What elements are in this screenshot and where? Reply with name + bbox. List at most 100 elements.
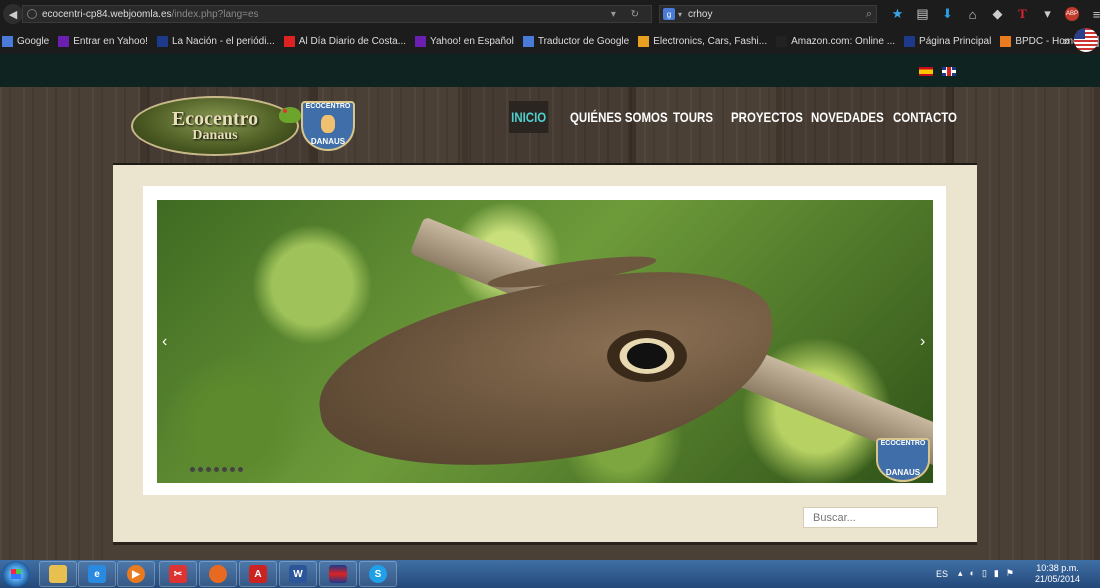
bookmark-item[interactable]: Página Principal <box>904 35 992 47</box>
bookmark-label: La Nación - el periódi... <box>171 35 275 47</box>
bookmark-label: Traductor de Google <box>537 35 630 47</box>
badge-bottom-text: DANAUS <box>310 137 346 146</box>
clipboard-icon[interactable]: ▤ <box>910 6 935 22</box>
nav-proyectos[interactable]: PROYECTOS <box>731 101 803 133</box>
taskbar-skype[interactable]: S <box>359 561 397 587</box>
bookmark-item[interactable]: Al Día Diario de Costa... <box>283 35 407 47</box>
toolbar-icons: ★ ▤ ⬇ ⌂ ◆ T ▾ ABP ≡ <box>885 5 1100 23</box>
english-flag-icon[interactable] <box>942 67 956 76</box>
taskbar-media-player[interactable]: ▶ <box>117 561 155 587</box>
chevron-down-icon[interactable]: ▾ <box>678 10 682 19</box>
t-addon-icon[interactable]: T <box>1010 6 1035 22</box>
amazon-icon <box>776 35 788 47</box>
bookmark-label: Yahoo! en Español <box>430 35 514 47</box>
globe-icon <box>27 9 37 19</box>
bookmark-label: Entrar en Yahoo! <box>73 35 148 47</box>
skype-icon: S <box>369 565 387 583</box>
url-host: ecocentri-cp84.webjoomla.es <box>42 8 172 20</box>
clock-time: 10:38 p.m. <box>1036 563 1079 573</box>
language-indicator[interactable]: ES <box>936 569 948 579</box>
start-button[interactable] <box>2 561 30 587</box>
page-icon <box>904 35 916 47</box>
bookmark-label: Página Principal <box>919 35 992 47</box>
download-icon[interactable]: ⬇ <box>935 6 960 22</box>
back-arrow-icon: ◀ <box>8 8 18 21</box>
chevron-down-icon[interactable]: ▾ <box>1035 6 1060 22</box>
menu-icon[interactable]: ≡ <box>1084 7 1100 22</box>
badge-top-text: ECOCENTRO <box>880 440 926 447</box>
bpdc-icon <box>1000 35 1012 47</box>
adblock-icon[interactable]: ABP <box>1065 7 1079 21</box>
slider-pagination <box>190 467 243 472</box>
slider-image <box>157 200 933 483</box>
google-icon <box>2 35 13 47</box>
reload-icon[interactable]: ▾ ↻ <box>611 9 645 20</box>
bookmark-item[interactable]: Electronics, Cars, Fashi... <box>638 35 768 47</box>
bookmark-label: Amazon.com: Online ... <box>791 35 896 47</box>
nav-novedades[interactable]: NOVEDADES <box>811 101 884 133</box>
taskbar-acrobat[interactable]: A <box>239 561 277 587</box>
slider-dot[interactable] <box>230 467 235 472</box>
media-icon: ▶ <box>127 565 145 583</box>
google-search-icon: g <box>663 8 675 20</box>
yahoo-icon <box>415 35 427 47</box>
taskbar-word[interactable]: W <box>279 561 317 587</box>
slider-dot[interactable] <box>238 467 243 472</box>
bookmark-item[interactable]: Traductor de Google <box>522 35 630 47</box>
taskbar-snipping-tool[interactable]: ✂ <box>159 561 197 587</box>
bookmark-item[interactable]: Google <box>2 35 49 47</box>
windows-taskbar: e ▶ ✂ A W S ES ▴◐▯▮⚑ 10:38 p.m. 21/05/20… <box>0 560 1100 588</box>
site-search-input[interactable] <box>803 507 938 528</box>
more-bookmarks-icon[interactable]: » <box>1063 34 1070 48</box>
us-flag-icon <box>1074 28 1098 52</box>
search-bar[interactable]: g ▾ crhoy ⌕ <box>659 5 877 23</box>
bookmark-item[interactable]: Amazon.com: Online ... <box>776 35 896 47</box>
folder-icon <box>49 565 67 583</box>
shield-icon[interactable]: ◆ <box>985 6 1010 22</box>
slider-dot[interactable] <box>222 467 227 472</box>
slider-dot[interactable] <box>198 467 203 472</box>
scissors-icon: ✂ <box>169 565 187 583</box>
bookmark-item[interactable]: La Nación - el periódi... <box>156 35 275 47</box>
wing-eyespot <box>607 330 687 382</box>
aldia-icon <box>283 35 295 47</box>
home-icon[interactable]: ⌂ <box>960 7 985 22</box>
system-clock[interactable]: 10:38 p.m. 21/05/2014 <box>1035 563 1080 585</box>
bookmark-label: Al Día Diario de Costa... <box>298 35 407 47</box>
spanish-flag-icon[interactable] <box>919 67 933 76</box>
butterfly-wing <box>307 253 787 483</box>
bookmark-label: Electronics, Cars, Fashi... <box>653 35 768 47</box>
flag-app-icon <box>329 565 347 583</box>
browser-toolbar: ◀ ecocentri-cp84.webjoomla.es /index.php… <box>0 0 1100 28</box>
taskbar-internet-explorer[interactable]: e <box>78 561 116 587</box>
nav-inicio[interactable]: INICIO <box>509 101 549 133</box>
ebay-icon <box>638 35 650 47</box>
system-tray-icons[interactable]: ▴◐▯▮⚑ <box>958 568 1021 579</box>
bookmark-item[interactable]: Entrar en Yahoo! <box>58 35 148 47</box>
url-bar[interactable]: ecocentri-cp84.webjoomla.es /index.php?l… <box>22 5 652 23</box>
clock-date: 21/05/2014 <box>1034 574 1080 584</box>
site-top-bar <box>0 54 1100 87</box>
ie-icon: e <box>88 565 106 583</box>
word-icon: W <box>289 565 307 583</box>
search-query: crhoy <box>688 8 713 20</box>
nacion-icon <box>156 35 168 47</box>
nav-contacto[interactable]: CONTACTO <box>893 101 957 133</box>
slider-dot[interactable] <box>214 467 219 472</box>
magnifier-icon[interactable]: ⌕ <box>866 8 872 21</box>
bookmark-item[interactable]: Yahoo! en Español <box>415 35 514 47</box>
taskbar-firefox[interactable] <box>199 561 237 587</box>
slide-watermark-badge: ECOCENTRO DANAUS <box>876 438 930 482</box>
back-button[interactable]: ◀ <box>3 4 23 24</box>
slider-dot[interactable] <box>206 467 211 472</box>
taskbar-explorer[interactable] <box>39 561 77 587</box>
taskbar-flag-app[interactable] <box>319 561 357 587</box>
url-path: /index.php?lang=es <box>171 8 259 20</box>
firefox-icon <box>209 565 227 583</box>
slider-next-arrow[interactable]: › <box>920 333 925 351</box>
slider-prev-arrow[interactable]: ‹ <box>162 333 167 351</box>
bookmark-star-icon[interactable]: ★ <box>885 6 910 22</box>
nav-tours[interactable]: TOURS <box>673 101 713 133</box>
slider-dot[interactable] <box>190 467 195 472</box>
nav-quienes-somos[interactable]: QUIÉNES SOMOS <box>570 101 668 133</box>
